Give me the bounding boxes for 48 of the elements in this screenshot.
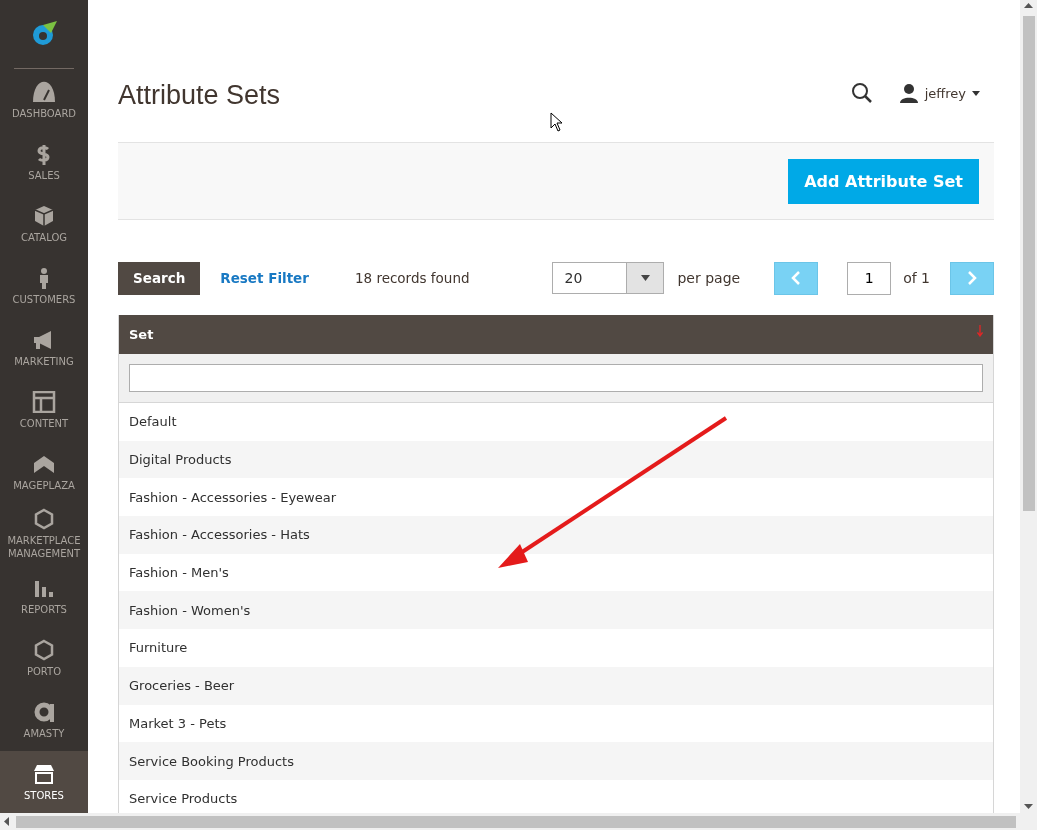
caret-icon	[640, 275, 650, 281]
page-count: of 1	[903, 270, 930, 286]
hex-icon	[32, 508, 56, 530]
page-number-field[interactable]: 1	[847, 261, 892, 295]
table-cell[interactable]: Service Booking Products	[119, 742, 993, 780]
sidebar-item[interactable]: STORES	[0, 751, 88, 813]
box-icon	[32, 204, 56, 227]
amasty-icon	[32, 700, 56, 723]
per-page-label: per page	[677, 270, 741, 286]
gauge-icon	[32, 80, 56, 103]
per-page-select[interactable]: 20	[552, 262, 665, 294]
chevron-right-icon	[967, 271, 977, 285]
page-title: Attribute Sets	[118, 80, 281, 111]
sidebar-item[interactable]: CONTENT	[0, 379, 88, 441]
sort-arrow-icon	[977, 324, 983, 337]
table-cell[interactable]: Groceries - Beer	[119, 666, 993, 705]
reset-filter-link[interactable]: Reset Filter	[220, 270, 309, 286]
sidebar-item[interactable]: SALES	[0, 131, 88, 193]
hex-icon	[32, 638, 56, 661]
store-icon	[32, 762, 56, 785]
caret-icon	[972, 90, 980, 96]
sidebar-item[interactable]: REPORTS	[0, 565, 88, 627]
sidebar-item[interactable]: DASHBOARD	[0, 69, 88, 131]
cursor-icon	[550, 112, 564, 132]
records-count: 18 records found	[354, 270, 470, 286]
sidebar-item[interactable]: AMASTY	[0, 689, 88, 751]
sidebar-item[interactable]: MARKETING	[0, 317, 88, 379]
horizontal-scrollbar[interactable]	[0, 813, 1037, 830]
layout-icon	[32, 390, 56, 413]
sidebar-item[interactable]: CUSTOMERS	[0, 255, 88, 317]
vertical-scrollbar[interactable]	[1020, 0, 1037, 813]
user-icon	[898, 83, 919, 103]
column-header[interactable]: Set	[119, 315, 993, 354]
table-cell[interactable]: Digital Products	[119, 440, 993, 479]
user-menu[interactable]: jeffrey	[898, 83, 980, 103]
scroll-up-icon[interactable]	[1024, 3, 1033, 8]
search-icon[interactable]	[850, 82, 873, 104]
filter-field[interactable]	[129, 364, 983, 392]
scroll-down-icon[interactable]	[1024, 804, 1033, 809]
table-cell[interactable]: Fashion - Accessories - Hats	[119, 516, 993, 554]
chevron-left-icon	[791, 271, 802, 285]
scroll-left-icon[interactable]	[4, 817, 9, 826]
sidebar-item[interactable]: PORTO	[0, 627, 88, 689]
search-button[interactable]: Search	[118, 261, 201, 295]
sidebar-item[interactable]: MAGEPLAZA	[0, 441, 88, 503]
sidebar-item[interactable]: CATALOG	[0, 193, 88, 255]
table-cell[interactable]: Fashion - Women's	[119, 591, 993, 630]
sidebar-item[interactable]: MARKETPLACE MANAGEMENT	[0, 503, 88, 565]
